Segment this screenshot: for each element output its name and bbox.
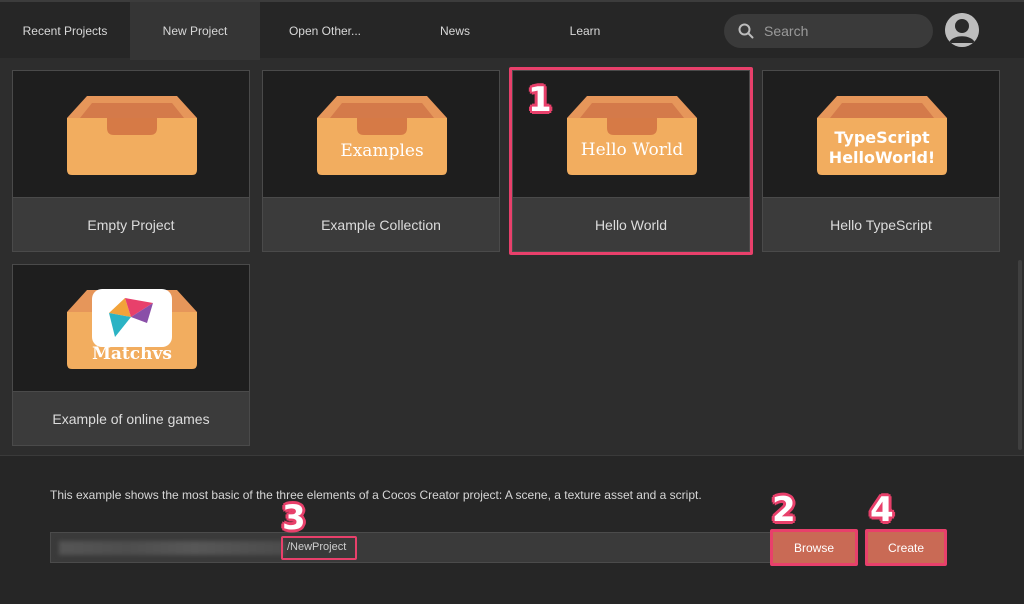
search-icon: [738, 23, 754, 39]
box-icon: [67, 289, 197, 369]
annotation-3: 3: [282, 498, 306, 538]
browse-button[interactable]: Browse: [772, 532, 856, 563]
search-box[interactable]: [724, 14, 933, 48]
box-label: Examples: [340, 141, 424, 161]
template-thumbnail: Examples: [263, 71, 499, 197]
path-prefix-redacted: [59, 541, 285, 555]
user-avatar-icon[interactable]: [945, 13, 979, 47]
box-label: Hello World: [580, 140, 684, 160]
template-thumbnail: TypeScript HelloWorld!: [763, 71, 999, 197]
template-card-empty-project[interactable]: Empty Project: [12, 70, 250, 252]
box-label: TypeScript HelloWorld!: [817, 128, 947, 168]
template-name: Hello TypeScript: [763, 197, 999, 251]
template-card-hello-typescript[interactable]: TypeScript HelloWorld! Hello TypeScript: [762, 70, 1000, 252]
project-path-field[interactable]: /NewProject: [50, 532, 772, 563]
annotation-2: 2: [772, 490, 796, 530]
box-icon: [317, 96, 447, 175]
tab-open-other[interactable]: Open Other...: [260, 2, 390, 60]
top-nav-bar: Recent Projects New Project Open Other..…: [0, 0, 1024, 60]
annotation-1: 1: [528, 80, 552, 120]
create-button[interactable]: Create: [867, 532, 945, 563]
scrollbar[interactable]: [1018, 260, 1022, 450]
search-input[interactable]: [764, 23, 914, 39]
template-description: This example shows the most basic of the…: [50, 488, 702, 502]
box-label-line2: HelloWorld!: [828, 148, 936, 167]
template-name: Example Collection: [263, 197, 499, 251]
annotation-4: 4: [870, 490, 894, 530]
box-label: Matchvs: [92, 344, 172, 364]
template-thumbnail: Matchvs: [13, 265, 249, 391]
template-thumbnail: [13, 71, 249, 197]
tab-recent-projects[interactable]: Recent Projects: [0, 2, 130, 60]
template-name: Example of online games: [13, 391, 249, 445]
template-name: Hello World: [513, 197, 749, 251]
template-name: Empty Project: [13, 197, 249, 251]
tab-news[interactable]: News: [390, 2, 520, 60]
path-suffix: /NewProject: [287, 541, 347, 553]
tab-new-project[interactable]: New Project: [130, 2, 260, 60]
box-label-line1: TypeScript: [834, 128, 930, 147]
tab-learn[interactable]: Learn: [520, 2, 650, 60]
box-icon: [67, 96, 197, 175]
template-card-example-collection[interactable]: Examples Example Collection: [262, 70, 500, 252]
template-card-online-games[interactable]: Matchvs Example of online games: [12, 264, 250, 446]
